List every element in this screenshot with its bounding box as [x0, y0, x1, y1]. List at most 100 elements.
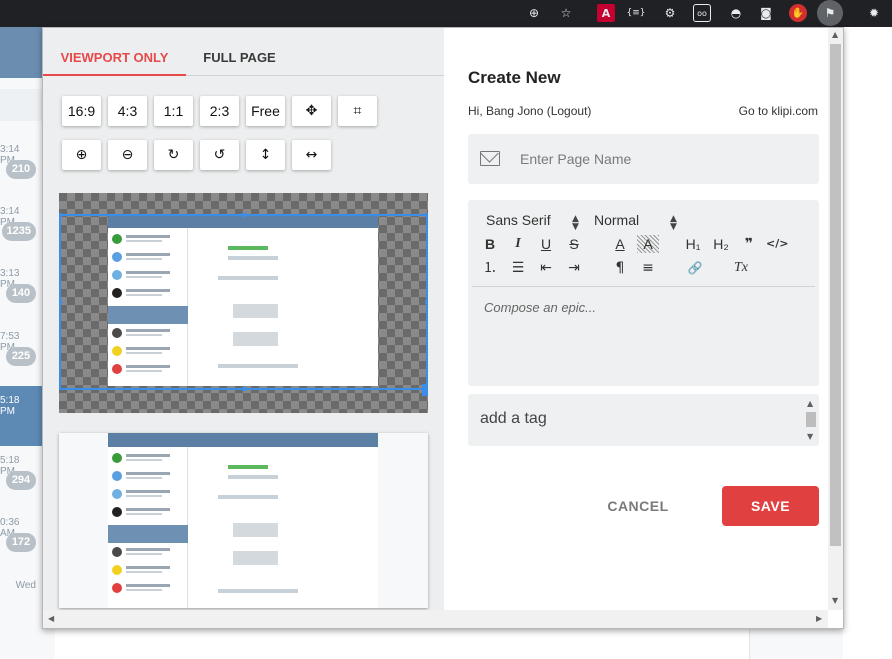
- ratio-16-9-button[interactable]: 16:9: [62, 96, 101, 126]
- size-select[interactable]: Normal ▲ ▼: [594, 212, 677, 232]
- align-button[interactable]: ≡: [637, 259, 659, 277]
- select-arrows-icon: ▲ ▼: [572, 214, 579, 232]
- bg-badge: 225: [6, 347, 36, 366]
- create-form: Create New Hi, Bang Jono (Logout) Go to …: [444, 28, 828, 610]
- tape-icon[interactable]: oo: [693, 4, 711, 22]
- tag-scrollbar[interactable]: ▲ ▼: [806, 399, 816, 441]
- full-preview: [59, 433, 428, 608]
- vertical-scroll-thumb[interactable]: [830, 44, 841, 546]
- cancel-button[interactable]: CANCEL: [588, 486, 688, 526]
- crop-resize-handle[interactable]: [422, 384, 428, 396]
- scroll-down-icon[interactable]: ▼: [807, 432, 813, 441]
- outdent-button[interactable]: ⇤: [535, 259, 557, 277]
- compose-placeholder[interactable]: Compose an epic...: [484, 300, 596, 315]
- select-arrows-icon: ▲ ▼: [670, 214, 677, 232]
- greeting-logout-link[interactable]: Hi, Bang Jono (Logout): [468, 104, 591, 118]
- font-select[interactable]: Sans Serif ▲ ▼: [486, 212, 579, 232]
- code-braces-icon[interactable]: {≡}: [627, 4, 646, 22]
- text-color-button[interactable]: A: [609, 235, 631, 253]
- gear-icon[interactable]: ⚙: [661, 4, 679, 22]
- bg-chat-row: Wed: [0, 580, 42, 640]
- bg-badge: 140: [6, 284, 36, 303]
- screenshot-preview-full: [108, 433, 378, 608]
- link-button[interactable]: 🔗: [684, 259, 706, 277]
- bg-chat-row: 3:13 PM 140: [0, 268, 42, 328]
- tab-viewport-only[interactable]: VIEWPORT ONLY: [43, 28, 186, 76]
- tag-placeholder: add a tag: [480, 410, 547, 427]
- size-select-value: Normal: [594, 212, 640, 228]
- bg-bottom-area: [55, 628, 750, 659]
- browser-toolbar: ⊕ ☆ A {≡} ⚙ oo ◓ ◙ ✋ ⚑ ✹: [0, 0, 892, 27]
- goto-site-link[interactable]: Go to klipi.com: [739, 104, 818, 118]
- form-title: Create New: [468, 68, 561, 87]
- vertical-scrollbar[interactable]: ▲ ▼: [828, 28, 843, 610]
- rotate-left-icon[interactable]: ↺: [200, 140, 239, 170]
- code-button[interactable]: </>: [766, 235, 788, 253]
- bg-badge: 172: [6, 533, 36, 552]
- font-select-value: Sans Serif: [486, 212, 551, 228]
- indent-button[interactable]: ⇥: [563, 259, 585, 277]
- ratio-1-1-button[interactable]: 1:1: [154, 96, 193, 126]
- scroll-down-icon[interactable]: ▼: [832, 596, 838, 605]
- ordered-list-button[interactable]: ⒈: [479, 259, 501, 277]
- bookmark-icon[interactable]: ⚑: [817, 0, 843, 26]
- bg-badge: 294: [6, 471, 36, 490]
- capture-tabs: VIEWPORT ONLY FULL PAGE: [43, 28, 444, 76]
- bg-chat-row-active: 5:18 PM: [0, 386, 42, 446]
- bg-time: 5:18 PM: [0, 395, 20, 417]
- star-icon[interactable]: ☆: [557, 4, 575, 22]
- flip-vertical-icon[interactable]: ↕: [246, 140, 285, 170]
- page-name-input[interactable]: [520, 134, 810, 184]
- move-icon[interactable]: ✥: [292, 96, 331, 126]
- spy-icon[interactable]: ◓: [727, 4, 745, 22]
- zoom-in-icon[interactable]: ⊕: [62, 140, 101, 170]
- ratio-4-3-button[interactable]: 4:3: [108, 96, 147, 126]
- scroll-right-icon[interactable]: ▶: [816, 614, 822, 623]
- zoom-out-icon[interactable]: ⊖: [108, 140, 147, 170]
- ratio-free-button[interactable]: Free: [246, 96, 285, 126]
- page-name-field[interactable]: [468, 134, 819, 184]
- crop-selection-box[interactable]: [59, 213, 428, 396]
- angular-icon[interactable]: A: [597, 4, 615, 22]
- rtl-button[interactable]: ¶: [609, 259, 631, 277]
- crop-preview[interactable]: [59, 193, 428, 413]
- tag-input[interactable]: add a tag ▲ ▼: [468, 394, 819, 446]
- rotate-right-icon[interactable]: ↻: [154, 140, 193, 170]
- camera-icon[interactable]: ◙: [757, 4, 775, 22]
- plus-circle-icon[interactable]: ⊕: [525, 4, 543, 22]
- heading2-button[interactable]: H₂: [710, 235, 732, 253]
- bg-chat-row: 7:53 PM 225: [0, 331, 42, 391]
- bg-badge: 1235: [1, 222, 36, 241]
- settings-icon[interactable]: ✹: [865, 4, 883, 22]
- scroll-left-icon[interactable]: ◀: [48, 614, 54, 623]
- bg-chat-row: 3:14 PM 210: [0, 144, 42, 204]
- bg-badge: 210: [6, 160, 36, 179]
- strike-button[interactable]: S: [563, 235, 585, 253]
- bg-chat-row: 0:36 AM 172: [0, 517, 42, 577]
- clear-format-button[interactable]: Tx: [730, 259, 752, 277]
- bg-chat-row: 3:14 PM 1235: [0, 206, 42, 266]
- flip-horizontal-icon[interactable]: ↔: [292, 140, 331, 170]
- background-color-button[interactable]: A: [637, 235, 659, 253]
- scroll-thumb[interactable]: [806, 412, 816, 427]
- ratio-2-3-button[interactable]: 2:3: [200, 96, 239, 126]
- mail-icon: [480, 151, 500, 166]
- crop-icon[interactable]: ⌗: [338, 96, 377, 126]
- rich-text-editor[interactable]: Sans Serif ▲ ▼ Normal ▲ ▼ B I U S A A H₁ H…: [468, 200, 819, 386]
- bg-time: Wed: [15, 580, 36, 591]
- scroll-up-icon[interactable]: ▲: [807, 399, 813, 408]
- save-button[interactable]: SAVE: [722, 486, 819, 526]
- italic-button[interactable]: I: [507, 235, 529, 253]
- bold-button[interactable]: B: [479, 235, 501, 253]
- tab-full-page[interactable]: FULL PAGE: [186, 28, 293, 76]
- heading1-button[interactable]: H₁: [682, 235, 704, 253]
- scroll-up-icon[interactable]: ▲: [832, 30, 838, 39]
- underline-button[interactable]: U: [535, 235, 557, 253]
- horizontal-scrollbar[interactable]: ◀ ▶: [43, 610, 828, 628]
- capture-panel: VIEWPORT ONLY FULL PAGE 16:9 4:3 1:1 2:3…: [43, 28, 444, 610]
- capture-popup: VIEWPORT ONLY FULL PAGE 16:9 4:3 1:1 2:3…: [42, 27, 844, 629]
- quote-button[interactable]: ❞: [738, 235, 760, 253]
- bullet-list-button[interactable]: ☰: [507, 259, 529, 277]
- bg-chat-row: 5:18 PM 294: [0, 455, 42, 515]
- stop-hand-icon[interactable]: ✋: [789, 4, 807, 22]
